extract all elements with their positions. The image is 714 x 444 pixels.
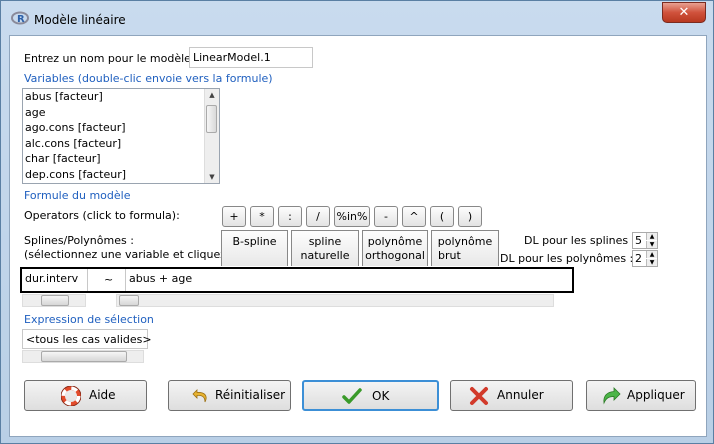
cancel-button[interactable]: Annuler	[450, 380, 573, 411]
svg-text:R: R	[17, 14, 25, 25]
spin-down-icon[interactable]: ▼	[646, 241, 657, 248]
list-item[interactable]: char [facteur]	[23, 151, 219, 167]
raw-polynomial-button[interactable]: polynôme brut	[431, 230, 499, 266]
help-button[interactable]: Aide	[24, 380, 147, 411]
df-splines-spinbox[interactable]: 5 ▲ ▼	[632, 232, 658, 249]
scrollbar-thumb[interactable]	[119, 295, 139, 306]
operator-colon-button[interactable]: :	[278, 206, 302, 227]
operator-close-paren-button[interactable]: )	[458, 206, 482, 227]
dialog-window: R Modèle linéaire ✕ Entrez un nom pour l…	[0, 0, 714, 444]
undo-arrow-icon	[192, 389, 207, 403]
apply-label: Appliquer	[627, 388, 685, 402]
ok-button[interactable]: OK	[302, 380, 439, 411]
button-label: polynôme	[367, 235, 423, 248]
orthogonal-polynomial-button[interactable]: polynôme orthogonal	[362, 230, 428, 266]
button-label: polynôme	[437, 235, 493, 248]
lifebuoy-icon	[61, 386, 81, 406]
subset-scrollbar[interactable]	[22, 350, 144, 363]
lhs-scrollbar[interactable]	[22, 294, 86, 307]
bspline-button[interactable]: B-spline	[221, 230, 288, 266]
df-polynomials-label: DL pour les polynômes :	[500, 252, 634, 265]
list-item[interactable]: ago.cons [facteur]	[23, 120, 219, 136]
rhs-scrollbar[interactable]	[116, 294, 554, 307]
variables-label: Variables (double-clic envoie vers la fo…	[24, 72, 273, 85]
button-label: brut	[438, 249, 461, 262]
title-bar[interactable]: R Modèle linéaire ✕	[1, 1, 713, 35]
reset-button[interactable]: Réinitialiser	[168, 380, 291, 411]
help-label: Aide	[89, 388, 116, 402]
list-item[interactable]: abus [facteur]	[23, 89, 219, 105]
button-label: B-spline	[232, 235, 277, 248]
button-label: naturelle	[300, 249, 350, 262]
window-title: Modèle linéaire	[34, 13, 126, 27]
variables-scrollbar[interactable]: ▲ ▼	[204, 89, 219, 183]
spin-up-icon[interactable]: ▲	[646, 251, 657, 258]
scrollbar-thumb[interactable]	[41, 351, 127, 362]
formula-container: dur.interv ~ abus + age	[20, 267, 574, 293]
scrollbar-thumb[interactable]	[41, 295, 69, 306]
cancel-x-icon	[470, 387, 488, 405]
tilde-symbol: ~	[104, 273, 114, 286]
ok-label: OK	[372, 389, 390, 403]
formula-section-label: Formule du modèle	[24, 189, 131, 202]
splines-hint: (sélectionnez une variable et cliquez)	[24, 248, 231, 261]
list-item[interactable]: alc.cons [facteur]	[23, 136, 219, 152]
subset-label: Expression de sélection	[24, 313, 154, 326]
reset-label: Réinitialiser	[215, 388, 286, 402]
operator-minus-button[interactable]: -	[374, 206, 398, 227]
df-splines-value: 5	[635, 234, 642, 247]
scroll-down-icon[interactable]: ▼	[205, 173, 219, 181]
scrollbar-thumb[interactable]	[206, 105, 217, 133]
scroll-up-icon[interactable]: ▲	[205, 91, 219, 99]
close-window-button[interactable]: ✕	[662, 2, 706, 23]
close-icon: ✕	[678, 5, 690, 20]
subset-input[interactable]: <tous les cas valides>	[22, 329, 152, 349]
operator-open-paren-button[interactable]: (	[430, 206, 454, 227]
list-item[interactable]: age	[23, 105, 219, 121]
apply-button[interactable]: Appliquer	[586, 380, 696, 411]
checkmark-icon	[342, 388, 362, 404]
spin-down-icon[interactable]: ▼	[646, 259, 657, 266]
spin-up-icon[interactable]: ▲	[646, 233, 657, 240]
button-label: orthogonal	[365, 249, 425, 262]
variables-listbox[interactable]: abus [facteur] age ago.cons [facteur] al…	[22, 88, 220, 184]
apply-arrow-icon	[603, 387, 621, 405]
operator-power-button[interactable]: ^	[402, 206, 426, 227]
natural-spline-button[interactable]: spline naturelle	[291, 230, 359, 266]
df-polynomials-value: 2	[635, 252, 642, 265]
operator-in-button[interactable]: %in%	[334, 206, 370, 227]
operator-divide-button[interactable]: /	[306, 206, 330, 227]
df-polynomials-spinbox[interactable]: 2 ▲ ▼	[632, 250, 658, 267]
list-item[interactable]: dep.cons [facteur]	[23, 167, 219, 183]
df-splines-label: DL pour les splines :	[524, 234, 636, 247]
formula-rhs-input[interactable]: abus + age	[125, 269, 572, 291]
operators-label: Operators (click to formula):	[24, 209, 180, 222]
dialog-body: Entrez un nom pour le modèle LinearModel…	[9, 35, 707, 437]
operator-times-button[interactable]: *	[250, 206, 274, 227]
splines-label: Splines/Polynômes :	[24, 234, 134, 247]
model-name-input[interactable]: LinearModel.1	[189, 47, 313, 68]
operator-plus-button[interactable]: +	[222, 206, 246, 227]
formula-lhs-input[interactable]: dur.interv	[22, 269, 88, 291]
r-logo-icon: R	[11, 11, 29, 25]
cancel-label: Annuler	[497, 388, 544, 402]
model-name-label: Entrez un nom pour le modèle	[24, 52, 191, 65]
button-label: spline	[308, 235, 342, 248]
